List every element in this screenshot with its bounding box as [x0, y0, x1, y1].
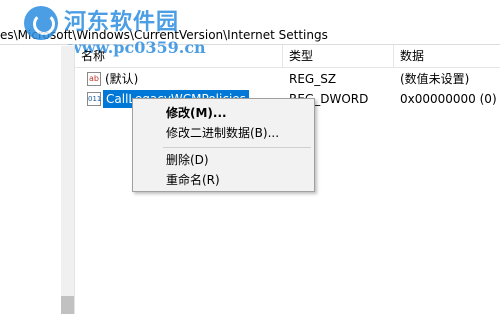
address-bar[interactable]: es\Microsoft\Windows\CurrentVersion\Inte…	[0, 0, 500, 45]
menu-item-rename[interactable]: 重命名(R)	[135, 170, 312, 190]
value-data: 0x00000000 (0)	[400, 92, 497, 106]
menu-separator	[163, 147, 311, 148]
list-header: 名称 类型 数据	[75, 45, 500, 68]
tree-scrollbar-thumb[interactable]	[61, 296, 74, 314]
value-type: REG_SZ	[289, 72, 337, 86]
list-item[interactable]: ab (默认) REG_SZ (数值未设置)	[75, 69, 500, 89]
column-header-type[interactable]: 类型	[283, 45, 394, 67]
column-header-data[interactable]: 数据	[394, 45, 500, 67]
menu-item-modify[interactable]: 修改(M)...	[135, 103, 312, 123]
value-name: (默认)	[105, 72, 139, 86]
tree-scrollbar[interactable]	[61, 46, 74, 314]
menu-item-delete[interactable]: 删除(D)	[135, 150, 312, 170]
registry-path: es\Microsoft\Windows\CurrentVersion\Inte…	[0, 28, 328, 42]
menu-item-modify-binary[interactable]: 修改二进制数据(B)...	[135, 123, 312, 143]
value-data: (数值未设置)	[400, 72, 470, 86]
binary-value-icon: 011	[87, 92, 101, 106]
column-header-name[interactable]: 名称	[75, 45, 283, 67]
string-value-icon: ab	[87, 72, 101, 86]
context-menu: 修改(M)... 修改二进制数据(B)... 删除(D) 重命名(R)	[132, 98, 315, 192]
